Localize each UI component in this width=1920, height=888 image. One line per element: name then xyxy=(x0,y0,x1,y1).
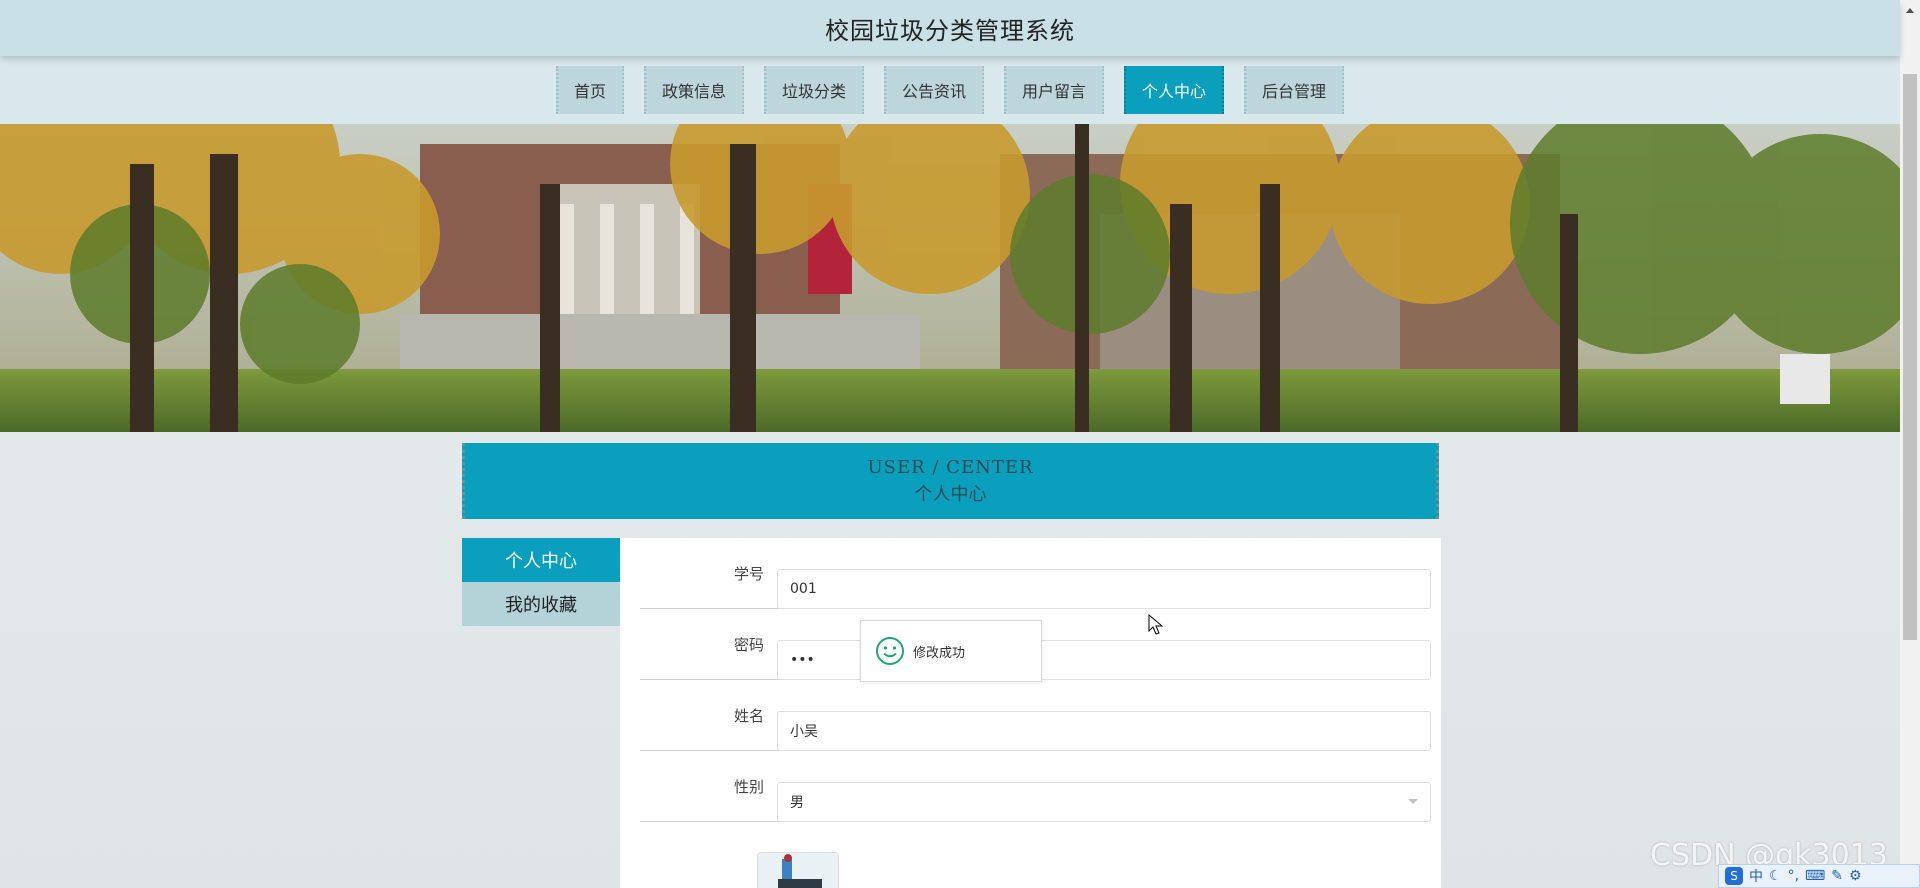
ime-toolbar[interactable]: S 中 ☾ °, ⌨ ✎ ⚙ xyxy=(1718,864,1920,888)
site-title: 校园垃圾分类管理系统 xyxy=(825,16,1075,45)
side-item-user-center[interactable]: 个人中心 xyxy=(462,538,620,582)
nav-item-classification[interactable]: 垃圾分类 xyxy=(763,66,864,114)
moon-icon[interactable]: ☾ xyxy=(1769,868,1782,884)
site-header: 校园垃圾分类管理系统 xyxy=(0,0,1900,56)
mouse-cursor-icon xyxy=(1148,614,1164,635)
avatar-image xyxy=(758,853,838,888)
student-id-input[interactable] xyxy=(777,569,1431,609)
avatar-preview[interactable] xyxy=(757,852,839,888)
keyboard-icon[interactable]: ⌨ xyxy=(1805,868,1825,884)
tools-icon[interactable]: ⚙ xyxy=(1849,868,1862,884)
side-item-favorites[interactable]: 我的收藏 xyxy=(462,582,620,626)
profile-form: 学号 密码 姓名 性别 男 xyxy=(620,538,1441,888)
gender-selected-value: 男 xyxy=(790,795,804,811)
page-scrollbar[interactable] xyxy=(1900,0,1920,888)
gender-select[interactable]: 男 xyxy=(777,782,1431,822)
name-input[interactable] xyxy=(777,711,1431,751)
section-header: USER / CENTER 个人中心 xyxy=(462,443,1439,519)
side-menu: 个人中心 我的收藏 xyxy=(462,538,620,626)
name-label: 姓名 xyxy=(733,707,764,725)
chevron-down-icon xyxy=(1408,799,1418,804)
banner-scene xyxy=(0,124,1902,432)
nav-item-policy[interactable]: 政策信息 xyxy=(643,66,744,114)
student-id-label: 学号 xyxy=(733,565,764,583)
nav-item-user-center[interactable]: 个人中心 xyxy=(1124,66,1225,114)
password-label: 密码 xyxy=(733,636,764,654)
scroll-up-button[interactable] xyxy=(1900,0,1920,20)
ime-logo-icon: S xyxy=(1725,867,1743,885)
main-nav: 首页 政策信息 垃圾分类 公告资讯 用户留言 个人中心 后台管理 xyxy=(0,56,1900,124)
smile-icon xyxy=(876,637,904,665)
nav-item-admin[interactable]: 后台管理 xyxy=(1244,66,1345,114)
nav-item-announcements[interactable]: 公告资讯 xyxy=(883,66,984,114)
scroll-thumb[interactable] xyxy=(1903,74,1917,640)
banner-image xyxy=(0,124,1902,432)
punctuation-icon[interactable]: °, xyxy=(1788,868,1799,884)
toast-message: 修改成功 xyxy=(913,645,966,661)
section-title-cn: 个人中心 xyxy=(914,483,987,505)
success-toast: 修改成功 xyxy=(860,620,1042,682)
form-row-gender: 性别 男 xyxy=(640,751,1431,822)
triangle-up-icon xyxy=(1906,8,1914,13)
nav-item-home[interactable]: 首页 xyxy=(555,66,624,114)
section-title-en: USER / CENTER xyxy=(867,456,1034,478)
nav-item-messages[interactable]: 用户留言 xyxy=(1004,66,1105,114)
skin-icon[interactable]: ✎ xyxy=(1831,868,1843,884)
form-row-name: 姓名 xyxy=(640,680,1431,751)
gender-label: 性别 xyxy=(733,778,764,796)
ime-mode[interactable]: 中 xyxy=(1749,866,1763,886)
form-row-student-id: 学号 xyxy=(640,538,1431,609)
